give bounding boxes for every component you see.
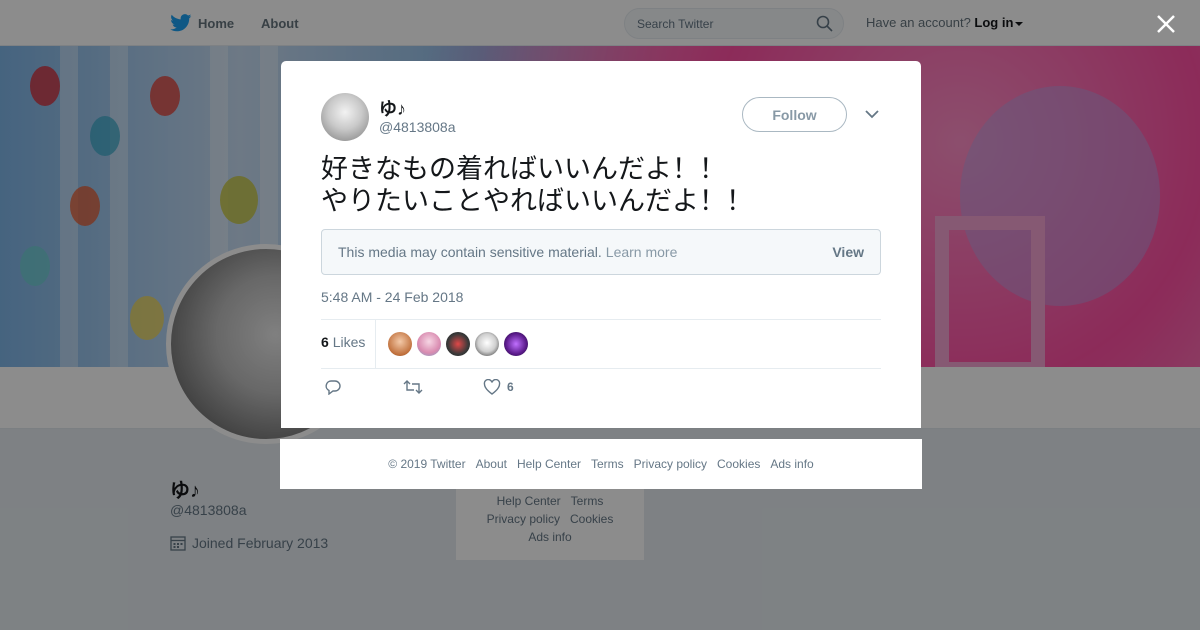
likes-stat[interactable]: 6 Likes [321, 334, 365, 350]
heart-icon[interactable] [483, 379, 501, 395]
liker-avatar[interactable] [446, 332, 470, 356]
liker-avatar[interactable] [417, 332, 441, 356]
author-name[interactable]: ゆ♪ [379, 95, 406, 121]
tweet-modal: ゆ♪ @4813808a Follow 好きなもの着ればいいんだよ！！ やりたい… [281, 61, 921, 428]
footer-link-terms[interactable]: Terms [591, 457, 624, 471]
footer-link-help-center[interactable]: Help Center [517, 457, 581, 471]
learn-more-link[interactable]: Learn more [606, 244, 678, 260]
tweet-text: 好きなもの着ればいいんだよ！！ やりたいことやればいいんだよ！！ [321, 153, 881, 217]
liker-avatar[interactable] [388, 332, 412, 356]
author-avatar[interactable] [321, 93, 369, 141]
footer-link-cookies[interactable]: Cookies [717, 457, 760, 471]
copyright: © 2019 Twitter [388, 457, 466, 471]
likes-label: Likes [332, 334, 366, 350]
like-count: 6 [507, 380, 514, 394]
footer-link-ads-info[interactable]: Ads info [770, 457, 813, 471]
follow-button[interactable]: Follow [742, 97, 847, 132]
author-handle[interactable]: @4813808a [379, 119, 456, 135]
stats-divider [375, 320, 376, 368]
chevron-down-icon[interactable] [865, 109, 879, 119]
tweet-text-line: 好きなもの着ればいいんだよ！！ [321, 154, 726, 184]
reply-icon[interactable] [325, 379, 341, 395]
liker-avatar[interactable] [504, 332, 528, 356]
footer-link-privacy[interactable]: Privacy policy [634, 457, 707, 471]
reply-action[interactable] [325, 379, 341, 395]
sensitive-message: This media may contain sensitive materia… [338, 244, 602, 260]
like-action[interactable]: 6 [483, 379, 514, 395]
tweet-timestamp[interactable]: 5:48 AM - 24 Feb 2018 [321, 289, 463, 305]
view-button[interactable]: View [832, 244, 864, 260]
close-icon[interactable] [1155, 13, 1177, 35]
modal-footer: © 2019 Twitter About Help Center Terms P… [280, 439, 922, 489]
sensitive-media-notice: This media may contain sensitive materia… [321, 229, 881, 275]
tweet-stats: 6 Likes [321, 319, 881, 369]
liker-avatar[interactable] [475, 332, 499, 356]
retweet-icon[interactable] [403, 379, 423, 395]
tweet-text-line: やりたいことやればいいんだよ！！ [321, 186, 753, 216]
likes-count: 6 [321, 334, 329, 350]
retweet-action[interactable] [403, 379, 423, 395]
footer-link-about[interactable]: About [476, 457, 507, 471]
